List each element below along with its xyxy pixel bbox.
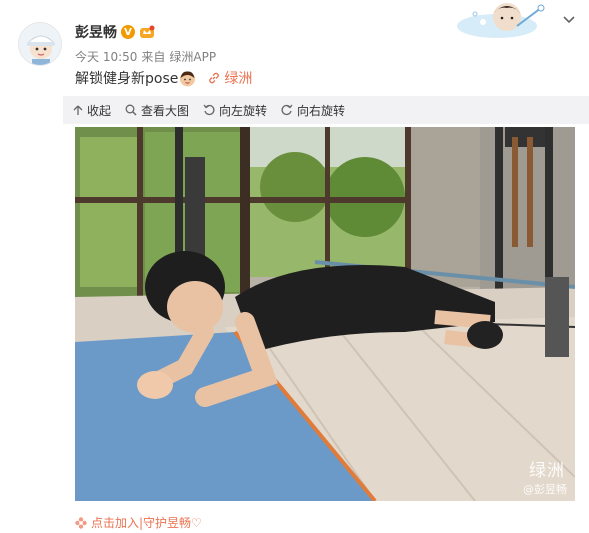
fan-group-text: 点击加入|守护昱畅♡ — [91, 516, 202, 530]
watermark-user: @彭昱畅 — [523, 483, 567, 496]
zoom-icon — [125, 104, 137, 116]
watermark-brand: 绿洲 — [529, 461, 565, 481]
collapse-icon — [73, 105, 83, 115]
fan-group-link[interactable]: 点击加入|守护昱畅♡ — [75, 514, 202, 531]
gym-plank-photo — [75, 127, 575, 501]
rotate-left-label: 向左旋转 — [219, 103, 268, 118]
post-photo[interactable]: 绿洲 @彭昱畅 — [75, 127, 575, 501]
emoji-face-icon — [180, 70, 196, 86]
image-toolbar: 收起 查看大图 向左旋转 向右旋转 — [63, 96, 589, 124]
source-app[interactable]: 绿洲APP — [169, 48, 216, 65]
view-large-label: 查看大图 — [141, 103, 190, 118]
rotate-right-label: 向右旋转 — [297, 103, 346, 118]
collapse-label: 收起 — [87, 103, 112, 118]
rotate-left-button[interactable]: 向左旋转 — [203, 102, 267, 119]
avatar-cartoon-icon — [19, 23, 61, 65]
author-row: 彭昱畅 V — [75, 22, 155, 42]
card-decoration — [455, 0, 575, 40]
rotate-right-icon — [281, 104, 293, 116]
author-name[interactable]: 彭昱畅 — [75, 22, 117, 42]
oasis-link[interactable]: 绿洲 — [208, 68, 252, 88]
collapse-button[interactable]: 收起 — [73, 102, 111, 119]
link-label: 绿洲 — [224, 71, 253, 87]
post-time[interactable]: 今天 10:50 — [75, 48, 137, 65]
flower-icon — [75, 516, 87, 529]
crown-icon — [140, 25, 155, 38]
rotate-left-icon — [203, 104, 215, 116]
weibo-post: 彭昱畅 V 今天 10:50 来自 绿洲APP 解锁健身新pose 绿洲 收起 … — [0, 0, 589, 533]
avatar[interactable] — [18, 22, 62, 66]
verified-v-icon: V — [121, 25, 135, 39]
source-prefix: 来自 — [141, 50, 166, 64]
post-content: 解锁健身新pose 绿洲 — [75, 68, 252, 88]
link-icon — [209, 72, 220, 84]
view-large-button[interactable]: 查看大图 — [125, 102, 189, 119]
rotate-right-button[interactable]: 向右旋转 — [281, 102, 345, 119]
fan-card-icon — [457, 3, 545, 38]
post-text: 解锁健身新pose — [75, 71, 179, 87]
chevron-down-icon[interactable] — [563, 16, 575, 24]
post-meta: 今天 10:50 来自 绿洲APP — [75, 48, 216, 65]
